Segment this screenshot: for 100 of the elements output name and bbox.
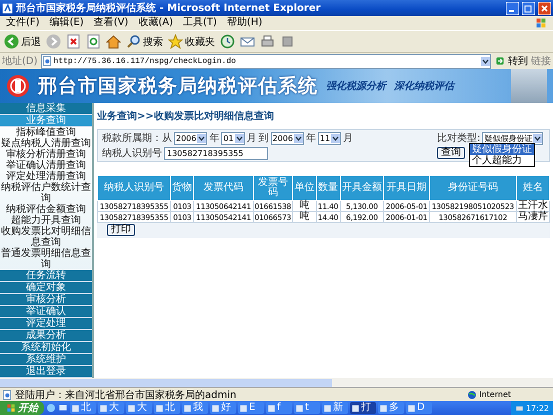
table-cell: 马凄芹	[516, 212, 550, 222]
column-header: 发票代码	[194, 176, 254, 200]
sidebar-section-button[interactable]: 系统初始化	[0, 342, 92, 354]
menu-item[interactable]: 查看(V)	[94, 17, 128, 29]
column-header: 纳税人识别号	[98, 176, 171, 200]
desktop-icon[interactable]	[58, 403, 68, 413]
column-header: 发票号码	[253, 176, 293, 200]
sidebar-section-button[interactable]: 系统维护	[0, 354, 92, 366]
favorites-button[interactable]: 收藏夹	[168, 34, 215, 49]
taskbar-button[interactable]: t	[294, 402, 320, 414]
search-button[interactable]: 搜索	[126, 34, 163, 49]
sidebar-item[interactable]: 纳税评估户数统计查询	[0, 182, 92, 204]
column-header: 开具金额	[340, 176, 384, 200]
taskbar-button[interactable]: 大	[126, 402, 152, 414]
menu-item[interactable]: 文件(F)	[6, 17, 40, 29]
window-icon	[407, 404, 416, 412]
windows-flag-icon	[535, 17, 547, 29]
menu-item[interactable]: 编辑(E)	[50, 17, 84, 29]
page-icon	[42, 56, 52, 66]
window-icon	[127, 404, 136, 412]
start-button[interactable]: 开始	[0, 401, 44, 415]
caret-icon	[331, 134, 340, 142]
taskbar-button[interactable]: 好	[210, 402, 236, 414]
sidebar-section-button[interactable]: 成果分析	[0, 330, 92, 342]
window-icon	[99, 404, 108, 412]
stop-button[interactable]	[66, 34, 81, 49]
period-dropdown[interactable]: 01	[221, 132, 245, 144]
horizontal-scrollbar[interactable]	[0, 378, 553, 387]
sidebar-item[interactable]: 纳税评估金额查询	[0, 204, 92, 215]
browser-icon[interactable]	[46, 403, 56, 413]
taskbar-button[interactable]: 新	[322, 402, 348, 414]
window-icon	[379, 404, 388, 412]
sidebar-section-button[interactable]: 举证确认	[0, 306, 92, 318]
column-header: 开具日期	[384, 176, 430, 200]
history-button[interactable]	[220, 34, 235, 49]
sidebar-item[interactable]: 超能力开具查询	[0, 215, 92, 226]
window-icon	[71, 404, 80, 412]
sidebar-section-button[interactable]: 任务流转	[0, 270, 92, 282]
sidebar-section-button[interactable]: 评定处理	[0, 318, 92, 330]
star-icon	[168, 34, 183, 49]
close-button[interactable]	[538, 2, 551, 14]
menu-item[interactable]: 帮助(H)	[226, 17, 262, 29]
menu-item[interactable]: 工具(T)	[183, 17, 217, 29]
caret-icon	[234, 134, 244, 142]
column-header: 数量	[316, 176, 340, 200]
taxpayer-id-field[interactable]: 130582718395355	[164, 146, 268, 160]
period-dropdown[interactable]: 2006	[174, 132, 208, 144]
menu-item[interactable]: 收藏(A)	[138, 17, 173, 29]
status-text: 登陆用户：来自河北省邢台市国家税务局的admin	[15, 388, 238, 402]
sidebar-item[interactable]: 收购发票比对明细信息查询	[0, 226, 92, 248]
taskbar-button[interactable]: 多	[378, 402, 404, 414]
window-icon	[183, 404, 192, 412]
page-icon	[2, 390, 12, 400]
sidebar-item[interactable]: 普通发票明细信息查询	[0, 248, 92, 270]
caret-icon[interactable]	[481, 56, 490, 66]
taskbar-button[interactable]: 北	[154, 402, 180, 414]
taskbar-button[interactable]: 北	[70, 402, 96, 414]
taskbar-button[interactable]: 大	[98, 402, 124, 414]
window-icon	[239, 404, 248, 412]
period-dropdown[interactable]: 2006	[270, 132, 304, 144]
caret-icon	[533, 134, 542, 142]
edit-button[interactable]	[280, 34, 295, 49]
sidebar-section-button[interactable]: 退出登录	[0, 366, 92, 378]
sidebar-section-button[interactable]: 审核分析	[0, 294, 92, 306]
form-label: 年	[209, 132, 220, 145]
window-icon	[267, 404, 276, 412]
query-button[interactable]: 查询	[437, 147, 465, 159]
windows-flag-icon	[6, 403, 16, 413]
address-label: 地址(D)	[2, 54, 38, 68]
home-button[interactable]	[106, 34, 121, 49]
security-zone: Internet	[467, 390, 551, 400]
compare-type-dropdown[interactable]: 疑似假身份证	[482, 132, 544, 144]
breadcrumb: 业务查询>>收购发票比对明细信息查询	[97, 110, 275, 123]
taskbar-button[interactable]: D	[406, 402, 432, 414]
form-label: 比对类型:	[437, 132, 480, 144]
print-button[interactable]	[260, 34, 275, 49]
links-label[interactable]: 链接	[531, 54, 551, 68]
taskbar-button[interactable]: f	[266, 402, 292, 414]
minimize-button[interactable]	[506, 2, 519, 14]
sidebar-item[interactable]: 举证确认清册查询	[0, 160, 92, 171]
form-label: 年	[306, 132, 316, 145]
address-field[interactable]: http://75.36.16.117/nspg/checkLogin.do	[40, 54, 491, 68]
taskbar-button[interactable]: E	[238, 402, 264, 414]
dropdown-option[interactable]: 疑似假身份证	[470, 144, 534, 155]
restore-button[interactable]	[522, 2, 535, 14]
photo-placeholder	[511, 69, 547, 103]
sidebar-item[interactable]: 指标峰值查询	[0, 127, 92, 138]
print-button[interactable]: 打印	[107, 224, 135, 236]
go-button[interactable]: 转到	[494, 54, 528, 68]
sidebar-item[interactable]: 疑点纳税人清册查询	[0, 138, 92, 149]
period-dropdown[interactable]: 11	[318, 132, 342, 144]
sidebar-item[interactable]: 审核分析清册查询	[0, 149, 92, 160]
sidebar-section-button[interactable]: 信息采集	[0, 103, 92, 115]
arrow-icon	[494, 55, 506, 67]
taskbar-button[interactable]: 我	[182, 402, 208, 414]
back-button[interactable]: 后退	[4, 34, 41, 49]
refresh-button[interactable]	[86, 34, 101, 49]
sidebar-section-button[interactable]: 确定对象	[0, 282, 92, 294]
taskbar-button[interactable]: 打	[350, 402, 376, 414]
sidebar-item[interactable]: 评定处理清册查询	[0, 171, 92, 182]
